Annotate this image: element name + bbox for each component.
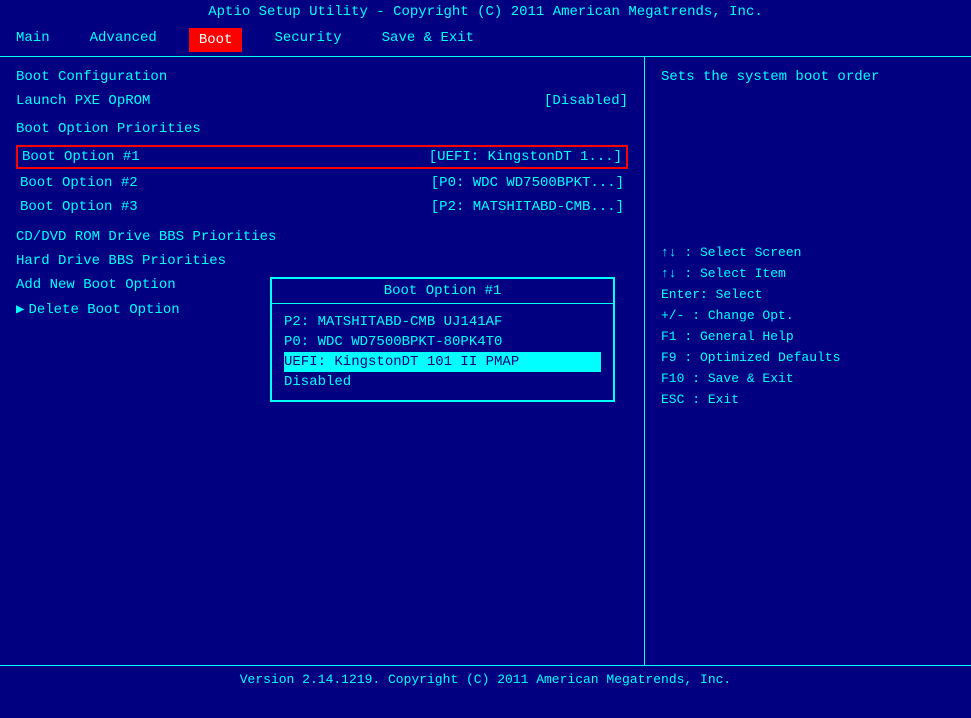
boot-option-2-value: [P0: WDC WD7500BPKT...] bbox=[431, 175, 624, 191]
hard-drive-link[interactable]: Hard Drive BBS Priorities bbox=[16, 253, 628, 269]
menu-security[interactable]: Security bbox=[266, 28, 349, 52]
right-panel: Sets the system boot order ↑↓ : Select S… bbox=[645, 57, 971, 665]
popup-option-3[interactable]: UEFI: KingstonDT 101 II PMAP bbox=[284, 352, 601, 372]
left-panel: Boot Configuration Launch PXE OpROM [Dis… bbox=[0, 57, 645, 665]
title-text: Aptio Setup Utility - Copyright (C) 2011… bbox=[208, 4, 763, 20]
key-select-screen: ↑↓ : Select Screen bbox=[661, 245, 955, 260]
boot-option-1-value: [UEFI: KingstonDT 1...] bbox=[429, 149, 622, 165]
launch-pxe-row: Launch PXE OpROM [Disabled] bbox=[16, 93, 628, 109]
title-bar: Aptio Setup Utility - Copyright (C) 2011… bbox=[0, 0, 971, 24]
menu-main[interactable]: Main bbox=[8, 28, 58, 52]
boot-option-3-value: [P2: MATSHITABD-CMB...] bbox=[431, 199, 624, 215]
boot-configuration-title: Boot Configuration bbox=[16, 69, 628, 85]
menu-boot[interactable]: Boot bbox=[189, 28, 243, 52]
delete-boot-label: Delete Boot Option bbox=[28, 302, 179, 318]
boot-option-3-label: Boot Option #3 bbox=[20, 199, 138, 215]
footer: Version 2.14.1219. Copyright (C) 2011 Am… bbox=[0, 665, 971, 693]
popup-body: P2: MATSHITABD-CMB UJ141AF P0: WDC WD750… bbox=[272, 304, 613, 400]
boot-option-1-label: Boot Option #1 bbox=[22, 149, 140, 165]
popup-option-4[interactable]: Disabled bbox=[284, 372, 601, 392]
footer-text: Version 2.14.1219. Copyright (C) 2011 Am… bbox=[240, 672, 731, 687]
key-hints: ↑↓ : Select Screen ↑↓ : Select Item Ente… bbox=[661, 245, 955, 407]
boot-option-popup: Boot Option #1 P2: MATSHITABD-CMB UJ141A… bbox=[270, 277, 615, 402]
menu-advanced[interactable]: Advanced bbox=[82, 28, 165, 52]
cd-dvd-link[interactable]: CD/DVD ROM Drive BBS Priorities bbox=[16, 229, 628, 245]
boot-option-2-row[interactable]: Boot Option #2 [P0: WDC WD7500BPKT...] bbox=[16, 173, 628, 193]
key-select-item: ↑↓ : Select Item bbox=[661, 266, 955, 281]
popup-option-1[interactable]: P2: MATSHITABD-CMB UJ141AF bbox=[284, 312, 601, 332]
help-text: Sets the system boot order bbox=[661, 69, 955, 85]
key-enter: Enter: Select bbox=[661, 287, 955, 302]
key-change: +/- : Change Opt. bbox=[661, 308, 955, 323]
key-f9: F9 : Optimized Defaults bbox=[661, 350, 955, 365]
boot-option-3-row[interactable]: Boot Option #3 [P2: MATSHITABD-CMB...] bbox=[16, 197, 628, 217]
launch-pxe-label: Launch PXE OpROM bbox=[16, 93, 150, 109]
launch-pxe-value[interactable]: [Disabled] bbox=[544, 93, 628, 109]
key-esc: ESC : Exit bbox=[661, 392, 955, 407]
boot-priorities-title: Boot Option Priorities bbox=[16, 121, 628, 137]
key-f1: F1 : General Help bbox=[661, 329, 955, 344]
popup-option-2[interactable]: P0: WDC WD7500BPKT-80PK4T0 bbox=[284, 332, 601, 352]
main-layout: Boot Configuration Launch PXE OpROM [Dis… bbox=[0, 57, 971, 665]
menu-bar: Main Advanced Boot Security Save & Exit bbox=[0, 24, 971, 57]
boot-option-1-row[interactable]: Boot Option #1 [UEFI: KingstonDT 1...] bbox=[16, 145, 628, 169]
arrow-icon: ▶ bbox=[16, 301, 24, 318]
key-f10: F10 : Save & Exit bbox=[661, 371, 955, 386]
boot-option-2-label: Boot Option #2 bbox=[20, 175, 138, 191]
menu-save-exit[interactable]: Save & Exit bbox=[374, 28, 482, 52]
popup-title: Boot Option #1 bbox=[272, 279, 613, 304]
